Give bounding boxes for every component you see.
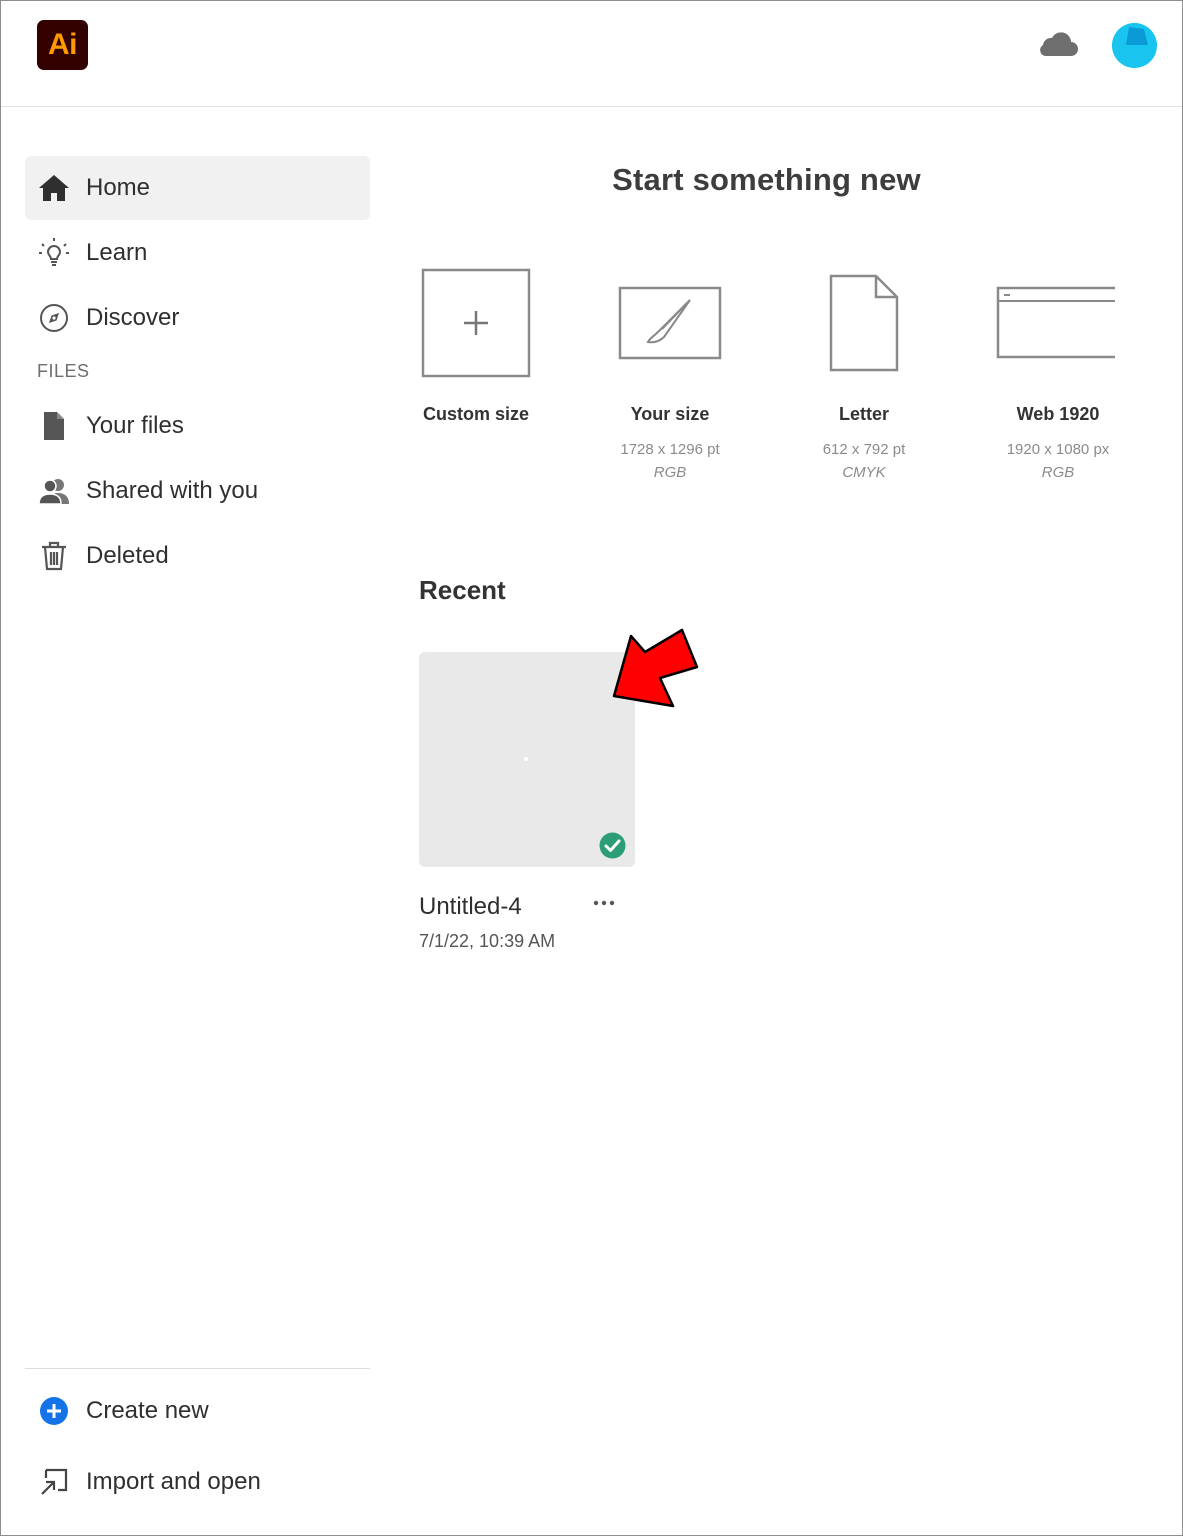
import-icon [37, 1465, 71, 1499]
add-circle-icon [37, 1394, 71, 1428]
files-section-label: FILES [37, 361, 90, 381]
checkmark-icon [599, 832, 626, 859]
recent-file-name[interactable]: Untitled-4 [419, 893, 522, 921]
create-new-button[interactable]: Create new [25, 1379, 370, 1443]
brush-icon [618, 286, 722, 360]
preset-color-mode: CMYK [842, 464, 886, 481]
browser-window-icon [996, 286, 1115, 359]
sidebar-item-label: Shared with you [86, 477, 259, 504]
recent-file-thumbnail[interactable] [419, 652, 635, 867]
preset-name: Web 1920 [1016, 404, 1100, 424]
avatar[interactable] [1112, 23, 1157, 68]
lightbulb-icon [37, 236, 71, 270]
preset-dimensions: 612 x 792 pt [822, 441, 906, 458]
preset-name: Custom size [422, 404, 530, 424]
more-options-button[interactable] [590, 893, 618, 913]
page-title: Start something new [612, 162, 921, 197]
trash-icon [37, 539, 71, 573]
compass-icon [37, 301, 71, 335]
cloud-icon[interactable] [1035, 29, 1079, 59]
illustrator-logo: Ai [37, 20, 88, 70]
sidebar-item-label: Create new [86, 1397, 209, 1424]
sidebar-divider [25, 1368, 370, 1369]
sidebar-item-deleted[interactable]: Deleted [25, 524, 370, 588]
sidebar-item-label: Import and open [86, 1468, 261, 1495]
recent-section-title: Recent [419, 575, 506, 605]
users-icon [37, 474, 71, 508]
preset-name: Letter [838, 404, 889, 424]
page-icon [829, 274, 899, 372]
preset-color-mode: RGB [653, 464, 687, 481]
sidebar-item-label: Discover [86, 304, 180, 331]
home-icon [37, 171, 71, 205]
import-and-open-button[interactable]: Import and open [25, 1450, 370, 1514]
preset-color-mode: RGB [1041, 464, 1075, 481]
plus-icon [421, 268, 531, 378]
sidebar-item-label: Deleted [86, 542, 169, 569]
top-bar: Ai [1, 1, 1182, 107]
sidebar-item-label: Home [86, 174, 151, 201]
sidebar-item-your-files[interactable]: Your files [25, 394, 370, 458]
preset-name: Your size [630, 404, 710, 424]
sidebar-item-home[interactable]: Home [25, 156, 370, 220]
sidebar-item-shared-with-you[interactable]: Shared with you [25, 459, 370, 523]
sidebar-item-discover[interactable]: Discover [25, 286, 370, 350]
document-icon [37, 409, 71, 443]
preset-dimensions: 1728 x 1296 pt [620, 441, 720, 458]
sidebar-item-label: Learn [86, 239, 148, 266]
sidebar-item-learn[interactable]: Learn [25, 221, 370, 285]
annotation-arrow-icon [612, 628, 699, 708]
sidebar-item-label: Your files [86, 412, 184, 439]
thumbnail-content [524, 757, 528, 761]
preset-dimensions: 1920 x 1080 px [1006, 441, 1110, 458]
recent-file-date: 7/1/22, 10:39 AM [419, 931, 556, 951]
ellipsis-icon [593, 900, 615, 906]
